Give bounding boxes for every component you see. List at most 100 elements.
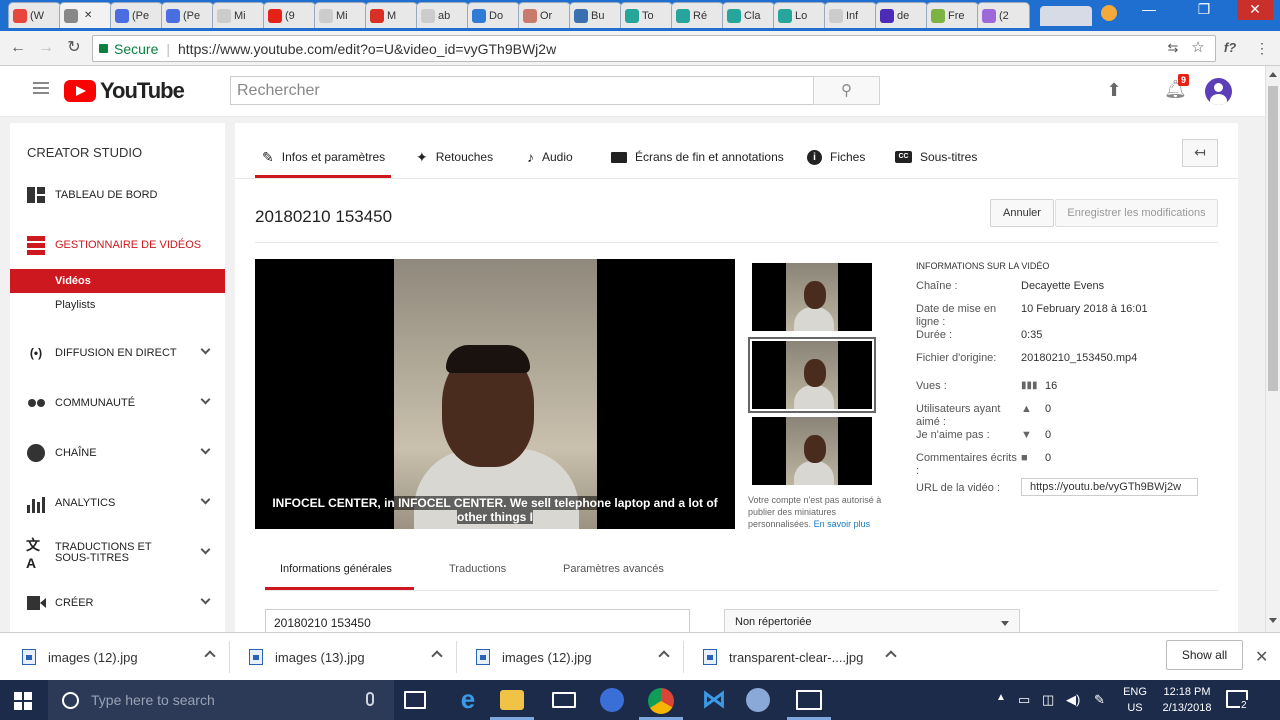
upload-icon[interactable]: ⬆: [1104, 80, 1124, 102]
task-view-icon[interactable]: [404, 691, 426, 709]
browser-tab[interactable]: To: [620, 2, 673, 28]
sidebar-item-dashboard[interactable]: TABLEAU DE BORD: [10, 180, 225, 210]
sidebar-item-translations[interactable]: 文A TRADUCTIONS ET SOUS-TITRES: [10, 537, 225, 571]
microphone-icon[interactable]: [366, 692, 374, 706]
chevron-down-icon[interactable]: [200, 544, 211, 555]
chevron-down-icon[interactable]: [200, 494, 211, 505]
close-window-icon[interactable]: ✕: [1237, 0, 1273, 20]
hamburger-icon[interactable]: [33, 82, 49, 94]
browser-tab[interactable]: (W: [8, 2, 61, 28]
chrome-icon[interactable]: [648, 688, 674, 714]
chevron-up-icon[interactable]: [204, 650, 216, 662]
tray-overflow-icon[interactable]: ▲: [996, 692, 1006, 703]
thumbnail-option[interactable]: [752, 417, 872, 485]
search-input[interactable]: Rechercher: [230, 76, 814, 105]
show-all-downloads-button[interactable]: Show all: [1166, 640, 1243, 670]
browser-tab[interactable]: Fre: [926, 2, 979, 28]
chevron-up-icon[interactable]: [431, 650, 443, 662]
restore-icon[interactable]: ❐: [1190, 0, 1218, 20]
translate-icon[interactable]: ⇆: [1163, 38, 1183, 58]
video-url-field[interactable]: https://youtu.be/vyGTh9BWj2w: [1021, 478, 1198, 496]
close-download-bar-icon[interactable]: ✕: [1255, 647, 1268, 667]
tab-advanced-settings[interactable]: Paramètres avancés: [563, 563, 664, 575]
extension-icon[interactable]: f?: [1220, 38, 1240, 58]
browser-tab[interactable]: Lo: [773, 2, 826, 28]
sidebar-item-create[interactable]: CRÉER: [10, 588, 225, 618]
browser-tab[interactable]: Mi: [212, 2, 265, 28]
cancel-button[interactable]: Annuler: [990, 199, 1054, 227]
scrollbar-thumb[interactable]: [1268, 86, 1278, 391]
browser-tab[interactable]: (Pe: [110, 2, 163, 28]
browser-tab[interactable]: Cla: [722, 2, 775, 28]
thumbnail-option[interactable]: [752, 263, 872, 331]
learn-more-link[interactable]: En savoir plus: [814, 519, 871, 529]
edge-browser-icon[interactable]: e: [454, 686, 482, 714]
file-explorer-icon[interactable]: [500, 690, 524, 710]
chevron-down-icon[interactable]: [200, 594, 211, 605]
download-item[interactable]: transparent-clear-....jpg: [703, 633, 897, 681]
reload-icon[interactable]: ↻: [64, 38, 84, 58]
browser-tab[interactable]: Do: [467, 2, 520, 28]
avatar[interactable]: [1205, 78, 1232, 105]
sidebar-item-video-manager[interactable]: GESTIONNAIRE DE VIDÉOS: [10, 230, 225, 260]
browser-tab[interactable]: (9: [263, 2, 316, 28]
bookmark-star-icon[interactable]: ☆: [1188, 38, 1208, 58]
browser-tab[interactable]: Or: [518, 2, 571, 28]
close-tab-icon[interactable]: ✕: [84, 10, 92, 21]
chevron-up-icon[interactable]: [885, 650, 897, 662]
search-button[interactable]: ⚲: [813, 76, 880, 105]
network-icon[interactable]: ◫: [1042, 692, 1054, 708]
sidebar-item-analytics[interactable]: ANALYTICS: [10, 488, 225, 518]
back-to-videos-button[interactable]: ↤: [1182, 139, 1218, 167]
browser-tab[interactable]: Bu: [569, 2, 622, 28]
windows-start-icon[interactable]: [14, 692, 32, 710]
tab-cards[interactable]: i Fiches: [807, 137, 865, 177]
paint-icon[interactable]: [746, 688, 770, 712]
download-item[interactable]: images (12).jpg: [476, 633, 670, 681]
video-player[interactable]: INFOCEL CENTER, in INFOCEL CENTER. We se…: [255, 259, 735, 529]
thumbnail-option-selected[interactable]: [748, 337, 876, 413]
youtube-logo[interactable]: YouTube: [64, 78, 185, 103]
new-tab-button[interactable]: [1040, 6, 1092, 26]
browser-tab[interactable]: Inf: [824, 2, 877, 28]
menu-dots-icon[interactable]: ⋮: [1252, 38, 1272, 58]
scroll-down-icon[interactable]: [1269, 618, 1277, 623]
page-scrollbar[interactable]: [1265, 66, 1280, 632]
sidebar-item-live[interactable]: (•) DIFFUSION EN DIRECT: [10, 338, 225, 368]
address-bar[interactable]: Secure | https://www.youtube.com/edit?o=…: [92, 35, 1216, 62]
sidebar-item-channel[interactable]: CHAÎNE: [10, 438, 225, 468]
sidebar-item-community[interactable]: COMMUNAUTÉ: [10, 388, 225, 418]
browser-tab[interactable]: ✕: [59, 2, 112, 28]
sidebar-subitem-playlists[interactable]: Playlists: [10, 293, 225, 317]
browser-tab[interactable]: Mi: [314, 2, 367, 28]
browser-tab[interactable]: de: [875, 2, 928, 28]
browser-tab[interactable]: (2: [977, 2, 1030, 28]
sidebar-subitem-videos[interactable]: Vidéos: [10, 269, 225, 293]
pen-icon[interactable]: ✎: [1094, 692, 1105, 708]
phone-app-icon[interactable]: [600, 688, 624, 712]
back-icon[interactable]: ←: [8, 38, 28, 58]
browser-tab[interactable]: Ré: [671, 2, 724, 28]
tab-info-settings[interactable]: ✎ Infos et paramètres: [262, 137, 385, 177]
mail-icon[interactable]: [552, 692, 576, 708]
photos-icon[interactable]: [796, 690, 822, 710]
tab-general-info[interactable]: Informations générales: [280, 563, 392, 575]
browser-tab[interactable]: (Pe: [161, 2, 214, 28]
tab-enhancements[interactable]: ✦ Retouches: [416, 137, 493, 177]
tab-translations[interactable]: Traductions: [449, 563, 506, 575]
download-item[interactable]: images (13).jpg: [249, 633, 443, 681]
input-language[interactable]: ENG US: [1123, 684, 1147, 716]
profile-icon[interactable]: [1101, 5, 1117, 21]
volume-icon[interactable]: ◀︎): [1066, 692, 1080, 708]
chevron-down-icon[interactable]: [200, 394, 211, 405]
scroll-up-icon[interactable]: [1269, 72, 1277, 77]
visual-studio-code-icon[interactable]: ⋈: [700, 686, 728, 714]
save-changes-button[interactable]: Enregistrer les modifications: [1055, 199, 1218, 227]
download-item[interactable]: images (12).jpg: [22, 633, 216, 681]
chevron-down-icon[interactable]: [200, 344, 211, 355]
tab-audio[interactable]: ♪ Audio: [527, 137, 573, 177]
taskbar-search-input[interactable]: Type here to search: [48, 680, 394, 720]
battery-icon[interactable]: ▭: [1018, 692, 1030, 708]
taskbar-clock[interactable]: 12:18 PM 2/13/2018: [1162, 684, 1212, 716]
forward-icon[interactable]: →: [36, 38, 56, 58]
